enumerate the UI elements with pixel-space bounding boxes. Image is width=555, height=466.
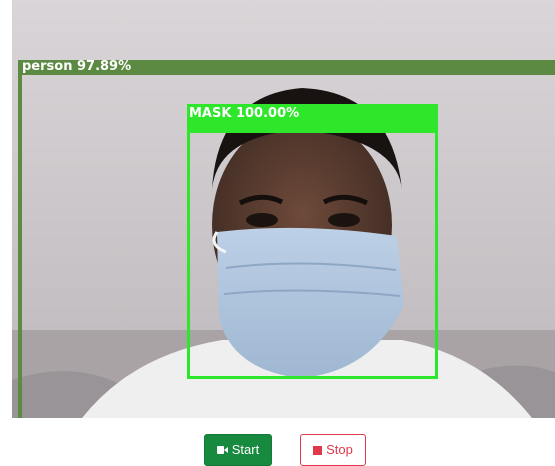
mask-detection-label: MASK 100.00% [189,106,300,121]
start-button-label: Start [231,442,260,457]
person-detection-label: person 97.89% [22,59,132,74]
video-camera-icon [216,446,228,454]
stop-button-label: Stop [326,442,353,457]
webcam-video-feed: person 97.89% MASK 100.00% [12,0,555,418]
camera-controls: Start Stop [0,432,555,466]
stop-button[interactable]: Stop [300,434,366,466]
mask-detection-box [187,130,438,379]
stop-square-icon [313,445,323,455]
start-button[interactable]: Start [204,434,272,466]
